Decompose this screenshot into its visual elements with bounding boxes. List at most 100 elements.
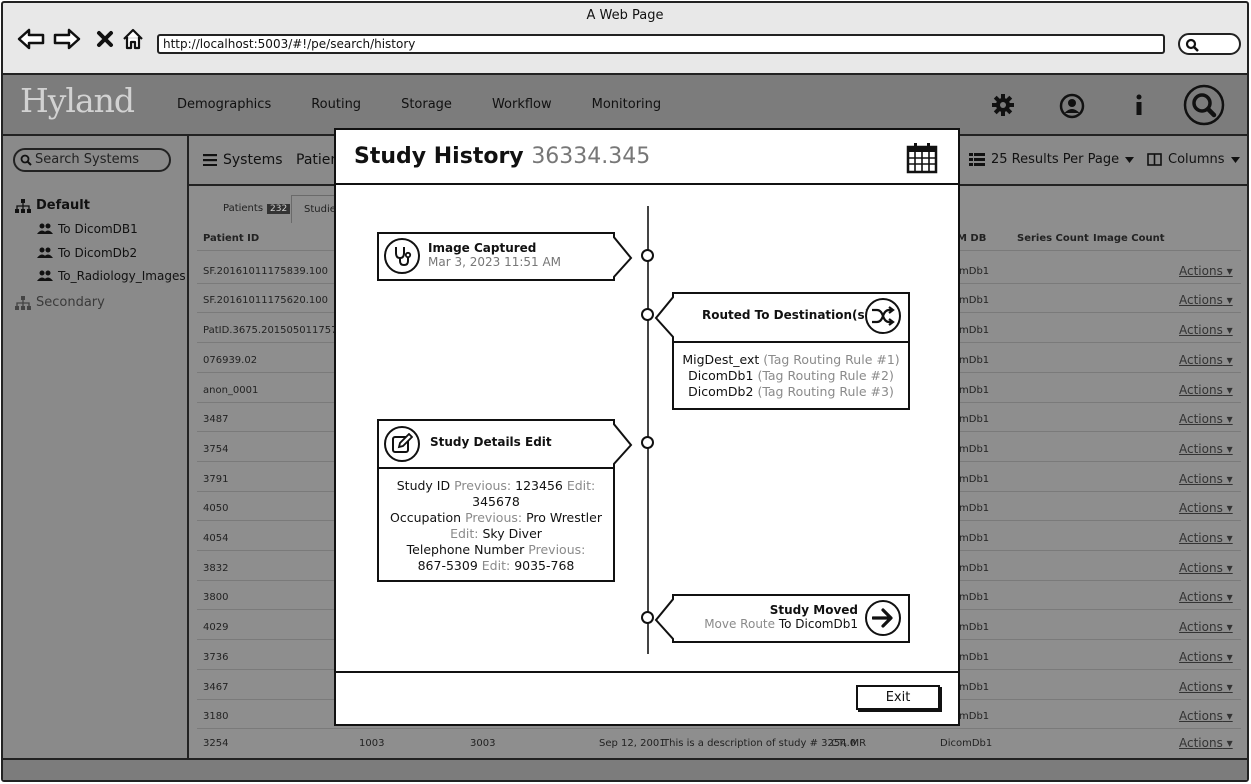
exit-button[interactable]: Exit (856, 685, 940, 710)
cell-modality: CT, MR (831, 738, 867, 749)
search-systems-input[interactable]: Search Systems (13, 148, 171, 172)
edit-value: 345678 (472, 494, 520, 509)
nav-monitoring[interactable]: Monitoring (592, 97, 662, 112)
timeline-dot (641, 308, 654, 321)
cell-patient-id: 3467 (203, 682, 229, 693)
actions-dropdown[interactable]: Actions ▾ (1179, 323, 1233, 337)
edit-details: Study ID Previous: 123456 Edit: 345678 O… (385, 478, 607, 574)
cell-patient-id: 3754 (203, 444, 229, 455)
field-name: Occupation (390, 510, 462, 525)
actions-label: Actions (1179, 501, 1223, 515)
actions-dropdown[interactable]: Actions ▾ (1179, 264, 1233, 278)
sitemap-icon (15, 198, 31, 213)
systems-sidebar: Search Systems Default To DicomDB1 To Di… (3, 136, 189, 758)
cell-dicom-db: mDb1 (959, 533, 990, 544)
actions-dropdown[interactable]: Actions ▾ (1179, 501, 1233, 515)
tree-item-to-dicomdb2[interactable]: To DicomDb2 (37, 246, 137, 260)
actions-dropdown[interactable]: Actions ▾ (1179, 353, 1233, 367)
tree-item-to-dicomdb1[interactable]: To DicomDB1 (37, 222, 138, 236)
tree-group-secondary[interactable]: Secondary (15, 295, 105, 310)
actions-dropdown[interactable]: Actions ▾ (1179, 620, 1233, 634)
actions-dropdown[interactable]: Actions ▾ (1179, 680, 1233, 694)
tree-group-label: Default (36, 198, 90, 213)
url-input[interactable]: http://localhost:5003/#!/pe/search/histo… (157, 34, 1165, 54)
nav-storage[interactable]: Storage (401, 97, 452, 112)
actions-dropdown[interactable]: Actions ▾ (1179, 442, 1233, 456)
actions-dropdown[interactable]: Actions ▾ (1179, 531, 1233, 545)
event-study-details-edit: Study Details Edit Study ID Previous: 12… (377, 419, 633, 582)
search-icon (20, 154, 32, 166)
actions-dropdown[interactable]: Actions ▾ (1179, 590, 1233, 604)
home-icon[interactable] (119, 27, 147, 51)
previous-value: 123456 (515, 478, 563, 493)
search-icon (1185, 38, 1199, 52)
calendar-icon[interactable] (906, 142, 938, 178)
destination-name: DicomDb1 (688, 368, 754, 383)
edit-label: Edit: (450, 526, 479, 541)
actions-label: Actions (1179, 709, 1223, 723)
field-name: Study ID (396, 478, 451, 493)
cell-dicom-db: mDb1 (959, 295, 990, 306)
nav-routing[interactable]: Routing (311, 97, 361, 112)
tree-group-default[interactable]: Default (15, 198, 90, 213)
user-profile-icon[interactable] (1059, 93, 1085, 119)
cell-dicom-db: mDb1 (959, 652, 990, 663)
cell-patient-id: 3800 (203, 592, 229, 603)
list-icon (969, 153, 985, 166)
event-title: Study Moved (769, 603, 858, 617)
global-search-icon[interactable] (1183, 84, 1225, 126)
cell-patient-id: anon_0001 (203, 385, 259, 396)
routing-rule: (Tag Routing Rule #2) (757, 368, 894, 383)
cell-dicom-db: mDb1 (959, 563, 990, 574)
cell-dicom-db: mDb1 (959, 622, 990, 633)
tree-item-label: To_Radiology_Images (58, 269, 186, 283)
col-patient-id[interactable]: Patient ID (203, 233, 259, 244)
edit-value: 9035-768 (514, 558, 575, 573)
tree-item-to-radiology-images[interactable]: To_Radiology_Images (37, 269, 186, 283)
actions-dropdown[interactable]: Actions ▾ (1179, 293, 1233, 307)
tab-patients[interactable]: Patients 232 (211, 195, 302, 223)
actions-label: Actions (1179, 680, 1223, 694)
actions-dropdown[interactable]: Actions ▾ (1179, 383, 1233, 397)
back-arrow-icon[interactable] (17, 27, 45, 51)
actions-label: Actions (1179, 412, 1223, 426)
event-routed: Routed To Destination(s) MigDest_ext (Ta… (654, 292, 910, 410)
previous-value: 867-5309 (417, 558, 478, 573)
actions-dropdown[interactable]: Actions ▾ (1179, 650, 1233, 664)
shuffle-icon (865, 298, 901, 334)
arrow-right-icon (865, 600, 901, 636)
actions-label: Actions (1179, 442, 1223, 456)
browser-search-field[interactable] (1178, 33, 1241, 55)
info-icon[interactable] (1133, 93, 1145, 117)
systems-toggle-button[interactable]: Systems (203, 152, 283, 168)
col-image-count[interactable]: Image Count (1093, 233, 1165, 244)
actions-dropdown[interactable]: Actions ▾ (1179, 736, 1233, 750)
columns-dropdown[interactable]: Columns (1147, 152, 1240, 167)
users-icon (37, 247, 53, 258)
col-series-count[interactable]: Series Count (1017, 233, 1089, 244)
stop-icon[interactable] (91, 27, 119, 51)
cell-patient-id: 4050 (203, 503, 229, 514)
gear-icon[interactable] (991, 93, 1015, 117)
results-per-page-dropdown[interactable]: 25 Results Per Page (969, 152, 1135, 167)
cell-patient-id: 3180 (203, 711, 229, 722)
cell-patient-id: 3832 (203, 563, 229, 574)
actions-dropdown[interactable]: Actions ▾ (1179, 412, 1233, 426)
nav-workflow[interactable]: Workflow (492, 97, 552, 112)
col-dicom-db[interactable]: M DB (957, 233, 986, 244)
callout-arrow (654, 598, 674, 641)
study-history-modal: Study History 36334.345 Image Captured M… (334, 128, 960, 726)
nav-demographics[interactable]: Demographics (177, 97, 271, 112)
destination-line: MigDest_ext (Tag Routing Rule #1) (674, 352, 908, 368)
actions-label: Actions (1179, 264, 1223, 278)
actions-dropdown[interactable]: Actions ▾ (1179, 709, 1233, 723)
actions-label: Actions (1179, 472, 1223, 486)
field-name: Telephone Number (406, 542, 525, 557)
actions-dropdown[interactable]: Actions ▾ (1179, 561, 1233, 575)
forward-arrow-icon[interactable] (53, 27, 81, 51)
results-per-page-label: 25 Results Per Page (991, 152, 1120, 167)
previous-value: Pro Wrestler (526, 510, 602, 525)
row-divider (197, 728, 1241, 729)
cell-patient-id: 3487 (203, 414, 229, 425)
actions-dropdown[interactable]: Actions ▾ (1179, 472, 1233, 486)
